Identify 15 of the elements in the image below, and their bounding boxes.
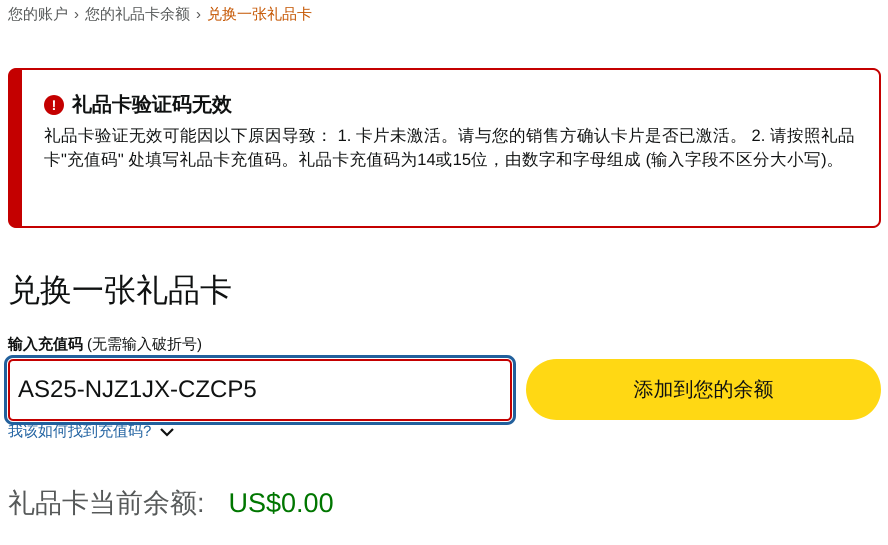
breadcrumb-link[interactable]: 您的礼品卡余额: [85, 4, 190, 26]
alert-message: 礼品卡验证无效可能因以下原因导致： 1. 卡片未激活。请与您的销售方确认卡片是否已激活。 2. 请按照礼品卡"充值码" 处填写礼品卡充值码。礼品卡充值码为14或15位，由数字和字母组成 (输入字段不区分大小写)。: [44, 126, 856, 171]
field-hint: (无需输入破折号): [87, 335, 202, 355]
breadcrumb-separator: ›: [196, 4, 201, 25]
breadcrumb-separator: ›: [74, 4, 79, 25]
balance-amount: US$0.00: [228, 487, 334, 520]
chevron-down-icon: [159, 426, 176, 437]
breadcrumb-link[interactable]: 兑换一张礼品卡: [207, 4, 312, 26]
field-label: 输入充值码: [8, 335, 83, 355]
alert-icon: !: [44, 95, 64, 115]
balance-label: 礼品卡当前余额:: [8, 487, 205, 520]
breadcrumb-link[interactable]: 您的账户: [8, 4, 68, 26]
add-to-balance-button[interactable]: 添加到您的余额: [526, 359, 881, 420]
page-heading: 兑换一张礼品卡: [8, 271, 233, 310]
alert-title: 礼品卡验证码无效: [72, 92, 232, 118]
